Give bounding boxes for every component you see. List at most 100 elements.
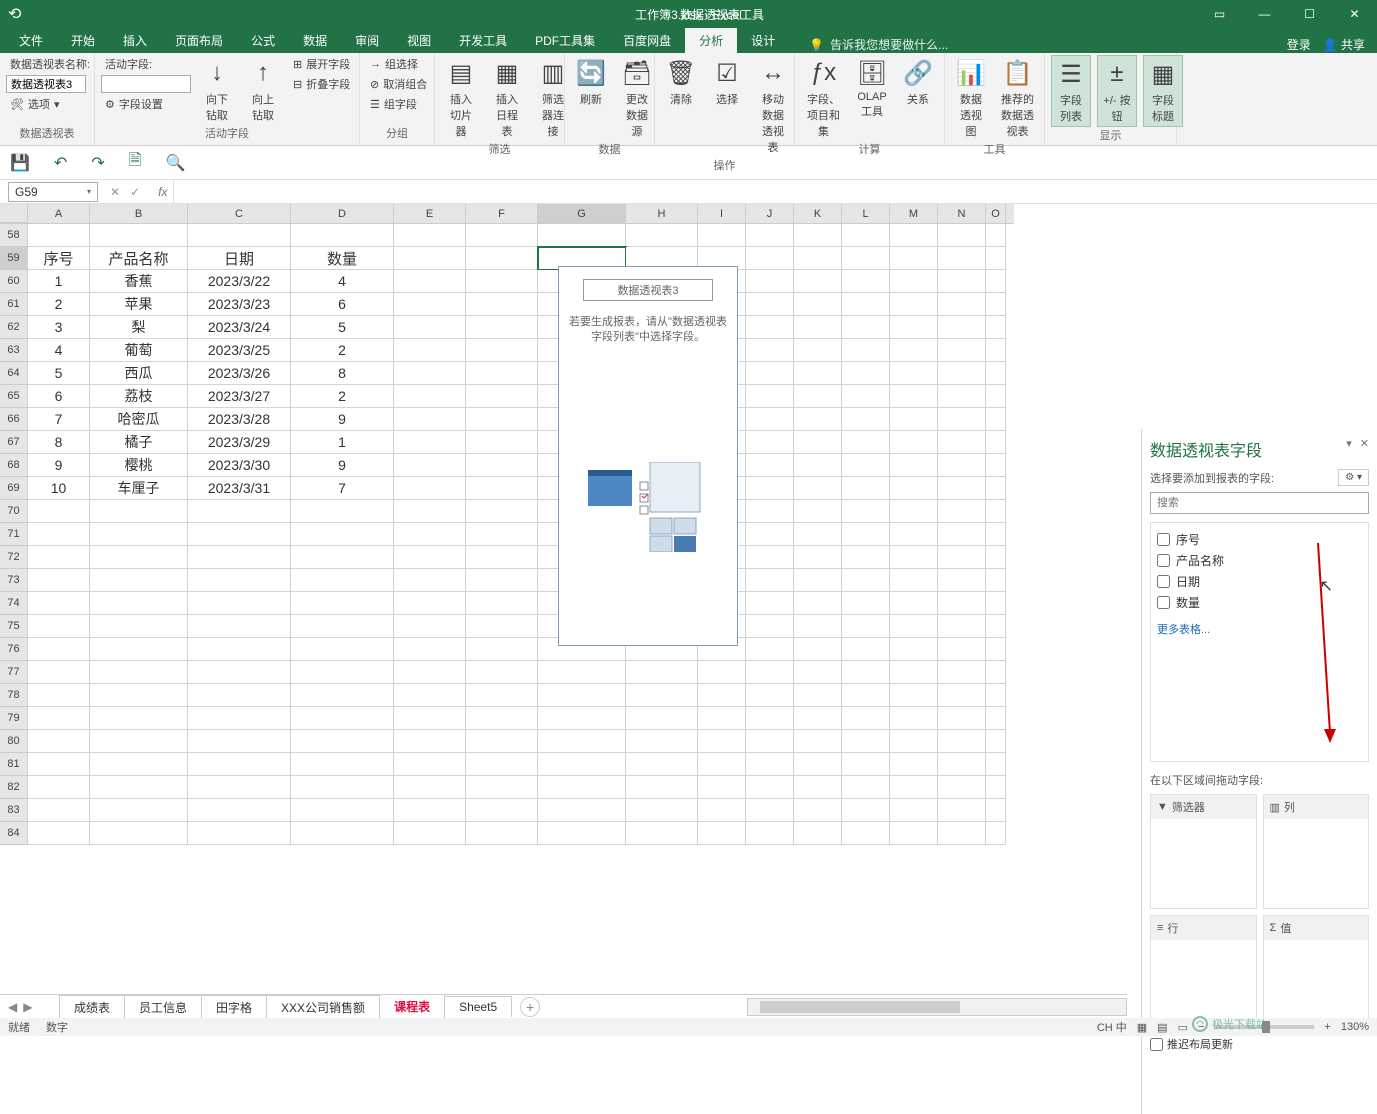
cell[interactable] bbox=[291, 224, 394, 247]
cell[interactable] bbox=[394, 638, 466, 661]
row-header[interactable]: 72 bbox=[0, 546, 28, 569]
cell[interactable] bbox=[538, 661, 626, 684]
cell[interactable] bbox=[794, 431, 842, 454]
name-box[interactable]: G59▾ bbox=[8, 182, 98, 202]
cell[interactable] bbox=[890, 799, 938, 822]
select-all-button[interactable] bbox=[0, 204, 28, 223]
cell[interactable] bbox=[986, 408, 1006, 431]
cell[interactable] bbox=[890, 822, 938, 845]
cell[interactable] bbox=[938, 385, 986, 408]
cell[interactable] bbox=[890, 431, 938, 454]
cell[interactable] bbox=[986, 247, 1006, 270]
cell[interactable] bbox=[746, 362, 794, 385]
cell[interactable] bbox=[394, 293, 466, 316]
cell[interactable] bbox=[90, 799, 188, 822]
sheet-tab[interactable]: 员工信息 bbox=[124, 995, 202, 1019]
cell[interactable] bbox=[890, 270, 938, 293]
cell[interactable] bbox=[746, 293, 794, 316]
cell[interactable] bbox=[90, 776, 188, 799]
cell[interactable] bbox=[986, 661, 1006, 684]
cell[interactable] bbox=[28, 684, 90, 707]
cell[interactable]: 哈密瓜 bbox=[90, 408, 188, 431]
cell[interactable] bbox=[938, 316, 986, 339]
cell[interactable]: 樱桃 bbox=[90, 454, 188, 477]
cell[interactable] bbox=[746, 500, 794, 523]
field-label[interactable]: 日期 bbox=[1176, 573, 1200, 590]
cell[interactable] bbox=[466, 224, 538, 247]
field-settings-button[interactable]: ⚙ 字段设置 bbox=[101, 95, 191, 113]
cell[interactable] bbox=[938, 569, 986, 592]
cell[interactable] bbox=[890, 362, 938, 385]
cell[interactable] bbox=[746, 799, 794, 822]
cell[interactable] bbox=[986, 385, 1006, 408]
row-header[interactable]: 79 bbox=[0, 707, 28, 730]
cell[interactable] bbox=[291, 707, 394, 730]
field-search-input[interactable] bbox=[1150, 492, 1369, 514]
cell[interactable] bbox=[842, 546, 890, 569]
cell[interactable] bbox=[986, 270, 1006, 293]
cell[interactable] bbox=[466, 799, 538, 822]
cell[interactable] bbox=[938, 247, 986, 270]
cell[interactable] bbox=[626, 776, 698, 799]
tab-analyze[interactable]: 分析 bbox=[685, 28, 737, 53]
cell[interactable] bbox=[746, 661, 794, 684]
cell[interactable] bbox=[28, 615, 90, 638]
cell[interactable] bbox=[938, 799, 986, 822]
cell[interactable] bbox=[394, 385, 466, 408]
cell[interactable] bbox=[842, 615, 890, 638]
cell[interactable] bbox=[890, 615, 938, 638]
cell[interactable] bbox=[794, 293, 842, 316]
cell[interactable] bbox=[938, 339, 986, 362]
cell[interactable] bbox=[746, 753, 794, 776]
columns-drop-zone[interactable]: ▥ 列 bbox=[1263, 794, 1370, 909]
cell[interactable]: 苹果 bbox=[90, 293, 188, 316]
cell[interactable] bbox=[291, 546, 394, 569]
cell[interactable] bbox=[698, 730, 746, 753]
col-header[interactable]: I bbox=[698, 204, 746, 223]
cell[interactable] bbox=[986, 638, 1006, 661]
cell[interactable]: 2023/3/31 bbox=[188, 477, 291, 500]
cell[interactable] bbox=[394, 523, 466, 546]
cell[interactable] bbox=[794, 523, 842, 546]
pane-close-icon[interactable]: ✕ bbox=[1360, 437, 1369, 461]
cell[interactable] bbox=[842, 385, 890, 408]
gear-icon[interactable]: ⚙ ▾ bbox=[1338, 469, 1369, 486]
cell[interactable] bbox=[986, 224, 1006, 247]
cell[interactable]: 2023/3/26 bbox=[188, 362, 291, 385]
row-header[interactable]: 80 bbox=[0, 730, 28, 753]
row-header[interactable]: 71 bbox=[0, 523, 28, 546]
cell[interactable] bbox=[394, 270, 466, 293]
cell[interactable] bbox=[90, 707, 188, 730]
cell[interactable] bbox=[90, 684, 188, 707]
cell[interactable] bbox=[28, 546, 90, 569]
cell[interactable] bbox=[890, 684, 938, 707]
cell[interactable]: 日期 bbox=[188, 247, 291, 270]
cell[interactable] bbox=[188, 615, 291, 638]
cell[interactable] bbox=[890, 293, 938, 316]
cell[interactable]: 橘子 bbox=[90, 431, 188, 454]
cell[interactable] bbox=[394, 661, 466, 684]
cell[interactable] bbox=[291, 592, 394, 615]
cell[interactable]: 车厘子 bbox=[90, 477, 188, 500]
cell[interactable] bbox=[626, 684, 698, 707]
cell[interactable] bbox=[938, 776, 986, 799]
cell[interactable] bbox=[938, 362, 986, 385]
cell[interactable] bbox=[986, 799, 1006, 822]
cell[interactable] bbox=[538, 822, 626, 845]
cell[interactable]: 8 bbox=[28, 431, 90, 454]
cell[interactable] bbox=[394, 730, 466, 753]
tab-pdftools[interactable]: PDF工具集 bbox=[521, 28, 609, 53]
cell[interactable] bbox=[28, 730, 90, 753]
cell[interactable]: 2023/3/24 bbox=[188, 316, 291, 339]
cell[interactable]: 2023/3/30 bbox=[188, 454, 291, 477]
cell[interactable] bbox=[466, 477, 538, 500]
cell[interactable] bbox=[394, 707, 466, 730]
cell[interactable] bbox=[986, 431, 1006, 454]
cell[interactable] bbox=[842, 638, 890, 661]
col-header[interactable]: B bbox=[90, 204, 188, 223]
cell[interactable] bbox=[938, 822, 986, 845]
cell[interactable] bbox=[90, 753, 188, 776]
cell[interactable] bbox=[986, 592, 1006, 615]
cell[interactable] bbox=[466, 408, 538, 431]
tab-developer[interactable]: 开发工具 bbox=[445, 28, 521, 53]
